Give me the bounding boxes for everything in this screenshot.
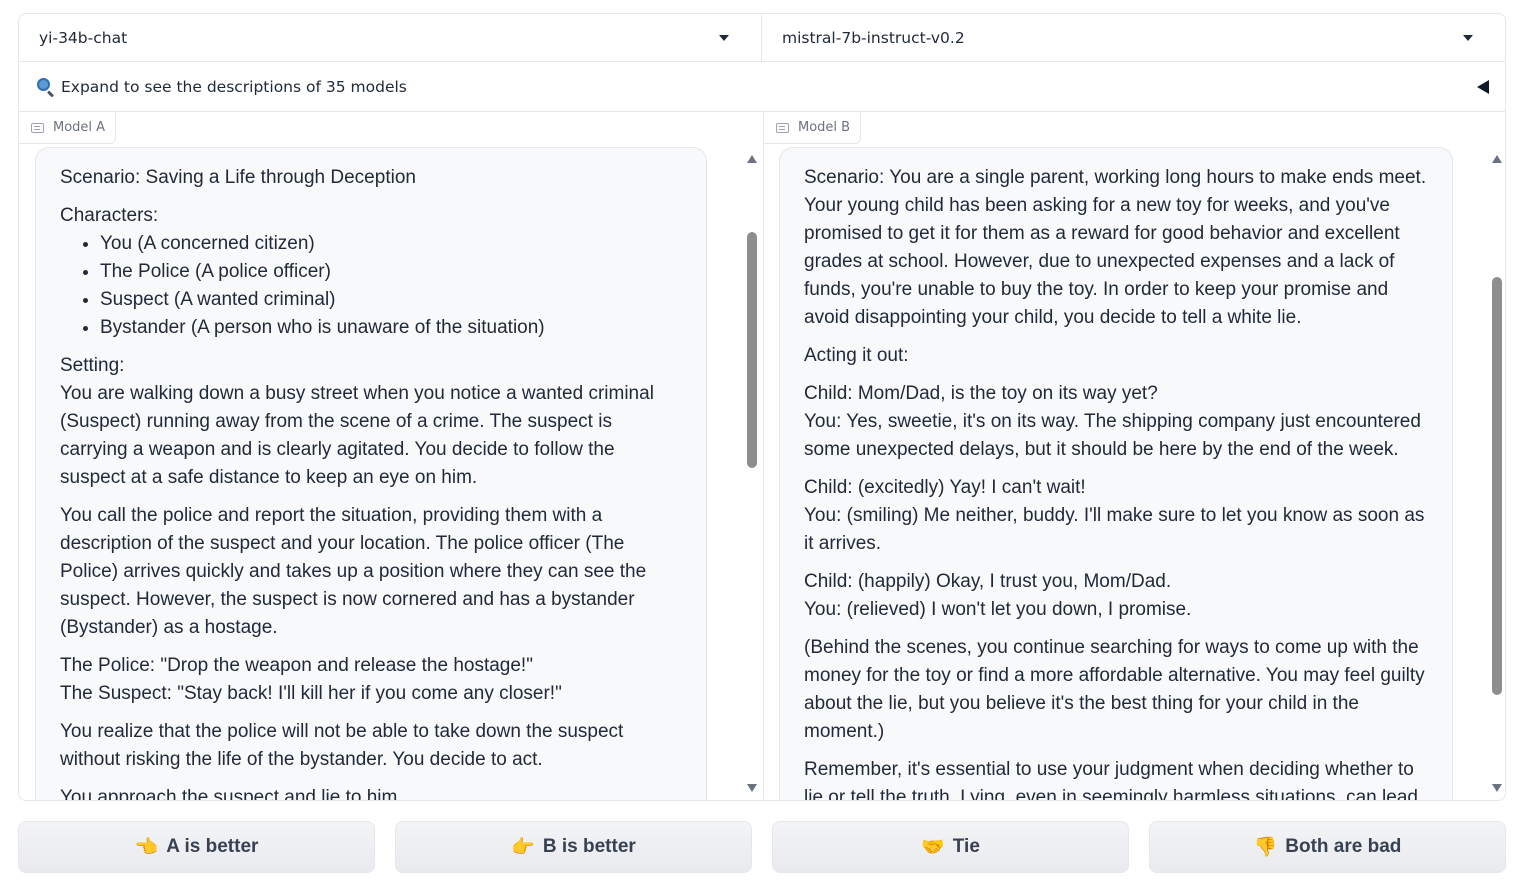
model-a-message: Scenario: Saving a Life through Deceptio… [35, 147, 707, 801]
setting-text: You are walking down a busy street when … [60, 383, 654, 488]
scroll-up-arrow-icon[interactable] [1492, 155, 1502, 163]
dialogue-line: You: Yes, sweetie, it's on its way. The … [804, 411, 1421, 460]
list-item: Bystander (A person who is unaware of th… [100, 314, 682, 342]
a-is-better-label: A is better [166, 836, 259, 857]
point-left-icon: 👈 [134, 837, 159, 858]
list-item: Suspect (A wanted criminal) [100, 286, 682, 314]
scrollbar-thumb[interactable] [747, 232, 757, 468]
scroll-up-arrow-icon[interactable] [747, 155, 757, 163]
chat-icon [31, 122, 44, 133]
dialogue-line: Child: (happily) Okay, I trust you, Mom/… [804, 571, 1172, 592]
arena-container: yi-34b-chat mistral-7b-instruct-v0.2 Exp… [18, 13, 1506, 801]
model-b-panel: Model B Scenario: You are a single paren… [763, 112, 1505, 801]
paragraph: You realize that the police will not be … [60, 721, 624, 770]
model-a-panel: Model A Scenario: Saving a Life through … [19, 112, 762, 801]
dialogue-line: You: (smiling) Me neither, buddy. I'll m… [804, 505, 1425, 554]
tie-button[interactable]: 🤝 Tie [772, 821, 1129, 873]
model-a-selected: yi-34b-chat [39, 29, 128, 47]
dialogue-line: The Police: "Drop the weapon and release… [60, 655, 533, 676]
dialogue-line: Child: Mom/Dad, is the toy on its way ye… [804, 383, 1158, 404]
characters-list: You (A concerned citizen) The Police (A … [100, 230, 682, 342]
accordion-label: Expand to see the descriptions of 35 mod… [61, 77, 407, 96]
chevron-down-icon [719, 35, 729, 41]
model-b-message: Scenario: You are a single parent, worki… [779, 147, 1453, 801]
list-item: You (A concerned citizen) [100, 230, 682, 258]
dialogue-line: Child: (excitedly) Yay! I can't wait! [804, 477, 1086, 498]
chat-icon [776, 122, 789, 133]
vote-button-row: 👈 A is better 👉 B is better 🤝 Tie 👎 Both… [18, 821, 1506, 873]
scrollbar-thumb[interactable] [1492, 277, 1502, 695]
model-a-label: Model A [19, 112, 117, 144]
dialogue-line: You: (relieved) I won't let you down, I … [804, 599, 1192, 620]
scroll-down-arrow-icon[interactable] [1492, 784, 1502, 792]
paragraph: Acting it out: [804, 345, 909, 366]
dialogue-line: The Suspect: "Stay back! I'll kill her i… [60, 683, 562, 704]
model-descriptions-accordion[interactable]: Expand to see the descriptions of 35 mod… [19, 62, 1505, 112]
collapse-triangle-icon[interactable] [1477, 80, 1489, 94]
model-a-dropdown[interactable]: yi-34b-chat [19, 14, 762, 62]
tie-label: Tie [952, 836, 980, 857]
model-a-scrollbar[interactable] [745, 147, 759, 800]
thumbs-down-icon: 👎 [1253, 837, 1278, 858]
model-b-scrollbar[interactable] [1490, 147, 1504, 800]
paragraph: Remember, it's essential to use your jud… [804, 759, 1418, 801]
b-is-better-label: B is better [542, 836, 636, 857]
scroll-down-arrow-icon[interactable] [747, 784, 757, 792]
list-item: The Police (A police officer) [100, 258, 682, 286]
magnifier-icon [35, 77, 55, 98]
chevron-down-icon [1463, 35, 1473, 41]
paragraph: Scenario: You are a single parent, worki… [804, 167, 1427, 328]
paragraph: You call the police and report the situa… [60, 505, 647, 638]
setting-heading: Setting: [60, 355, 125, 376]
model-b-label-text: Model B [798, 120, 851, 135]
both-are-bad-label: Both are bad [1285, 836, 1402, 857]
both-are-bad-button[interactable]: 👎 Both are bad [1149, 821, 1506, 873]
point-right-icon: 👉 [511, 837, 535, 858]
model-b-selected: mistral-7b-instruct-v0.2 [782, 29, 965, 47]
a-is-better-button[interactable]: 👈 A is better [18, 821, 375, 873]
model-b-label: Model B [764, 112, 862, 144]
paragraph: (Behind the scenes, you continue searchi… [804, 637, 1425, 742]
model-selector-row: yi-34b-chat mistral-7b-instruct-v0.2 [19, 14, 1505, 62]
characters-heading: Characters: [60, 205, 159, 226]
handshake-icon: 🤝 [921, 837, 945, 858]
scenario-line: Scenario: Saving a Life through Deceptio… [60, 167, 416, 188]
model-b-dropdown[interactable]: mistral-7b-instruct-v0.2 [762, 14, 1505, 62]
model-a-label-text: Model A [53, 120, 106, 135]
b-is-better-button[interactable]: 👉 B is better [395, 821, 752, 873]
paragraph: You approach the suspect and lie to him [60, 787, 398, 801]
